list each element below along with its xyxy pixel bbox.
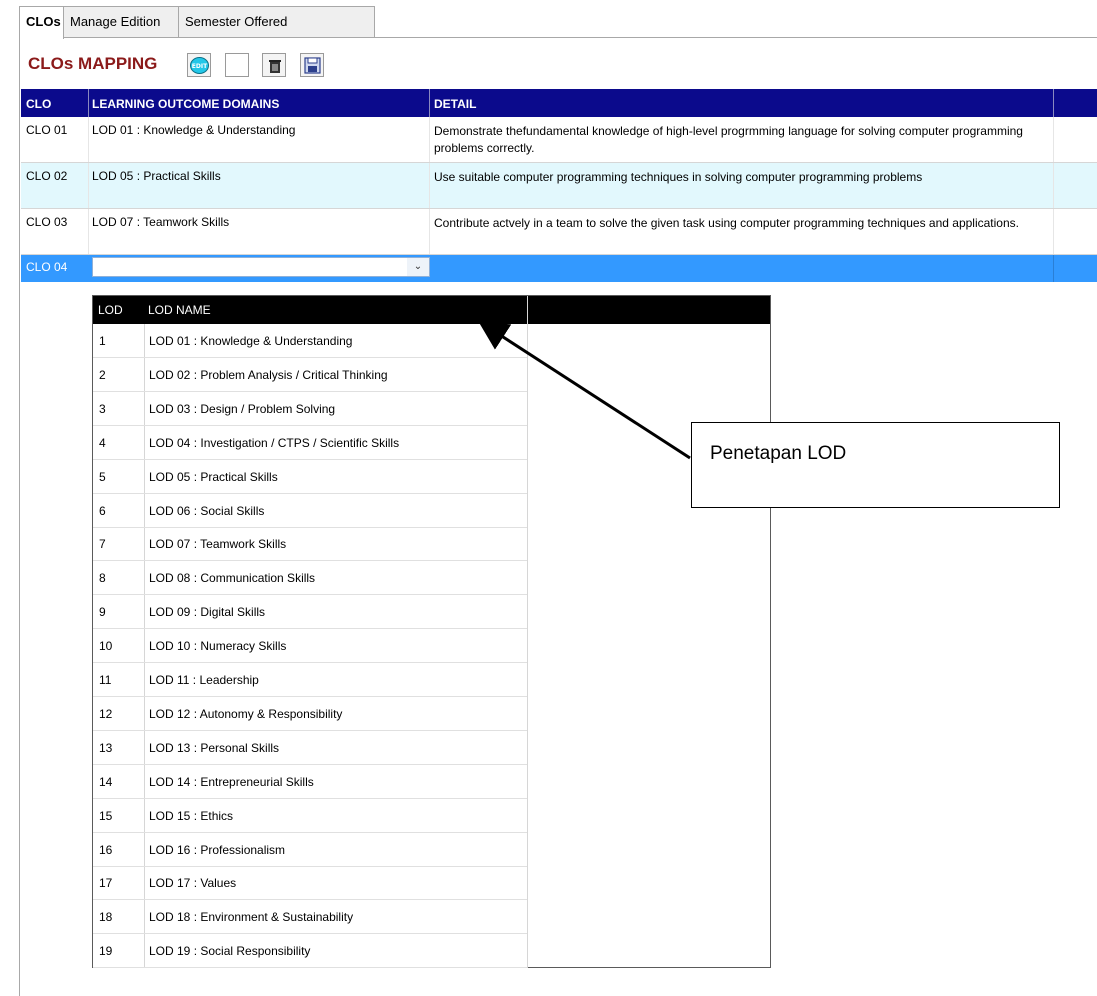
- edit-icon: EDIT: [190, 57, 209, 74]
- header-lod-name: LOD NAME: [148, 303, 211, 317]
- lod-name: LOD 09 : Digital Skills: [149, 605, 266, 620]
- clo-grid: CLO LEARNING OUTCOME DOMAINS DETAIL CLO …: [21, 89, 1097, 282]
- lod-name: LOD 17 : Values: [149, 876, 237, 891]
- list-item[interactable]: 10 LOD 10 : Numeracy Skills: [93, 629, 527, 664]
- lod-name: LOD 19 : Social Responsibility: [149, 944, 311, 959]
- lod-number: 14: [99, 774, 113, 789]
- list-item[interactable]: 3 LOD 03 : Design / Problem Solving: [93, 392, 527, 426]
- header-domains: LEARNING OUTCOME DOMAINS: [92, 97, 280, 111]
- cell-detail: Use suitable computer programming techni…: [434, 170, 923, 184]
- blank-button[interactable]: [225, 53, 249, 77]
- list-item[interactable]: 15 LOD 15 : Ethics: [93, 799, 527, 833]
- lod-number: 17: [99, 876, 113, 891]
- list-item[interactable]: 16 LOD 16 : Professionalism: [93, 833, 527, 867]
- lod-name: LOD 03 : Design / Problem Solving: [149, 401, 336, 416]
- tab-divider: [19, 37, 1097, 38]
- list-item[interactable]: 9 LOD 09 : Digital Skills: [93, 595, 527, 630]
- cell-detail: Contribute actvely in a team to solve th…: [434, 216, 1019, 230]
- cell-clo: CLO 02: [26, 169, 68, 183]
- list-item[interactable]: 17 LOD 17 : Values: [93, 866, 527, 901]
- lod-name: LOD 06 : Social Skills: [149, 503, 265, 518]
- lod-name: LOD 07 : Teamwork Skills: [149, 537, 287, 552]
- cell-domain: LOD 05 : Practical Skills: [92, 169, 221, 183]
- cell-clo: CLO 04: [26, 260, 68, 274]
- header-clo: CLO: [26, 97, 52, 111]
- lod-name: LOD 02 : Problem Analysis / Critical Thi…: [149, 367, 388, 382]
- lod-number: 3: [99, 401, 106, 416]
- table-row[interactable]: CLO 02 LOD 05 : Practical Skills Use sui…: [21, 163, 1097, 209]
- edit-icon-label: EDIT: [192, 63, 208, 70]
- list-item[interactable]: 13 LOD 13 : Personal Skills: [93, 731, 527, 765]
- lod-name: LOD 08 : Communication Skills: [149, 571, 316, 586]
- lod-combobox[interactable]: ⌄: [92, 257, 430, 277]
- list-item[interactable]: 6 LOD 06 : Social Skills: [93, 494, 527, 528]
- list-item[interactable]: 14 LOD 14 : Entrepreneurial Skills: [93, 765, 527, 799]
- edit-button[interactable]: EDIT: [187, 53, 211, 77]
- list-item[interactable]: 2 LOD 02 : Problem Analysis / Critical Th…: [93, 358, 527, 392]
- dropdown-header: LOD LOD NAME: [93, 296, 770, 324]
- chevron-down-icon[interactable]: ⌄: [407, 258, 429, 276]
- lod-number: 10: [99, 639, 113, 654]
- lod-name: LOD 11 : Leadership: [149, 673, 259, 687]
- lod-name: LOD 12 : Autonomy & Responsibility: [149, 706, 343, 721]
- lod-number: 11: [99, 673, 112, 687]
- header-detail: DETAIL: [434, 97, 477, 111]
- lod-name: LOD 01 : Knowledge & Understanding: [149, 334, 353, 348]
- grid-header: CLO LEARNING OUTCOME DOMAINS DETAIL: [21, 89, 1097, 117]
- tab-clos[interactable]: CLOs: [19, 6, 64, 39]
- delete-button[interactable]: [262, 53, 286, 77]
- list-item[interactable]: 11 LOD 11 : Leadership: [93, 663, 527, 697]
- tab-manage-edition[interactable]: Manage Edition: [63, 6, 179, 38]
- panel-border: [19, 37, 20, 996]
- tab-semester-offered[interactable]: Semester Offered: [178, 6, 375, 38]
- lod-number: 5: [99, 469, 106, 484]
- lod-name: LOD 10 : Numeracy Skills: [149, 639, 287, 654]
- cell-clo: CLO 03: [26, 215, 68, 229]
- lod-number: 13: [99, 740, 113, 755]
- header-lod: LOD: [98, 303, 123, 317]
- cell-domain: LOD 07 : Teamwork Skills: [92, 215, 230, 229]
- lod-number: 8: [99, 571, 106, 586]
- save-icon: [304, 57, 321, 74]
- list-item[interactable]: 5 LOD 05 : Practical Skills: [93, 460, 527, 494]
- cell-detail: Demonstrate thefundamental knowledge of …: [434, 124, 1023, 155]
- lod-name: LOD 04 : Investigation / CTPS / Scientif…: [149, 435, 400, 450]
- page-title: CLOs MAPPING: [28, 54, 158, 73]
- list-item[interactable]: 18 LOD 18 : Environment & Sustainability: [93, 900, 527, 935]
- lod-number: 2: [99, 367, 106, 382]
- table-row[interactable]: CLO 03 LOD 07 : Teamwork Skills Contribu…: [21, 209, 1097, 255]
- list-item[interactable]: 19 LOD 19 : Social Responsibility: [93, 934, 527, 969]
- lod-number: 7: [99, 537, 106, 552]
- list-item[interactable]: 12 LOD 12 : Autonomy & Responsibility: [93, 697, 527, 731]
- lod-number: 9: [99, 605, 106, 620]
- lod-name: LOD 14 : Entrepreneurial Skills: [149, 774, 314, 789]
- lod-name: LOD 16 : Professionalism: [149, 842, 286, 857]
- trash-icon: [269, 60, 281, 73]
- table-row[interactable]: CLO 01 LOD 01 : Knowledge & Understandin…: [21, 117, 1097, 163]
- cell-clo: CLO 01: [26, 123, 68, 137]
- list-item[interactable]: 4 LOD 04 : Investigation / CTPS / Scienti…: [93, 426, 527, 460]
- list-item[interactable]: 7 LOD 07 : Teamwork Skills: [93, 527, 527, 562]
- lod-number: 18: [99, 910, 113, 925]
- lod-number: 16: [99, 842, 113, 857]
- lod-name: LOD 18 : Environment & Sustainability: [149, 910, 354, 925]
- lod-number: 1: [99, 334, 106, 348]
- lod-number: 4: [99, 435, 106, 450]
- annotation-callout: Penetapan LOD: [691, 422, 1060, 508]
- save-button[interactable]: [300, 53, 324, 77]
- lod-name: LOD 15 : Ethics: [149, 808, 234, 823]
- lod-number: 6: [99, 503, 106, 518]
- table-row-selected[interactable]: CLO 04 ⌄: [21, 255, 1097, 282]
- annotation-text: Penetapan LOD: [710, 443, 847, 464]
- lod-name: LOD 13 : Personal Skills: [149, 740, 280, 755]
- lod-name: LOD 05 : Practical Skills: [149, 469, 278, 484]
- lod-number: 15: [99, 808, 113, 823]
- list-item[interactable]: 1 LOD 01 : Knowledge & Understanding: [93, 324, 527, 358]
- cell-domain: LOD 01 : Knowledge & Understanding: [92, 123, 296, 137]
- list-item[interactable]: 8 LOD 08 : Communication Skills: [93, 561, 527, 596]
- lod-number: 19: [99, 944, 113, 959]
- lod-dropdown-list: LOD LOD NAME 1 LOD 01 : Knowledge & Under…: [92, 295, 771, 969]
- lod-number: 12: [99, 706, 113, 721]
